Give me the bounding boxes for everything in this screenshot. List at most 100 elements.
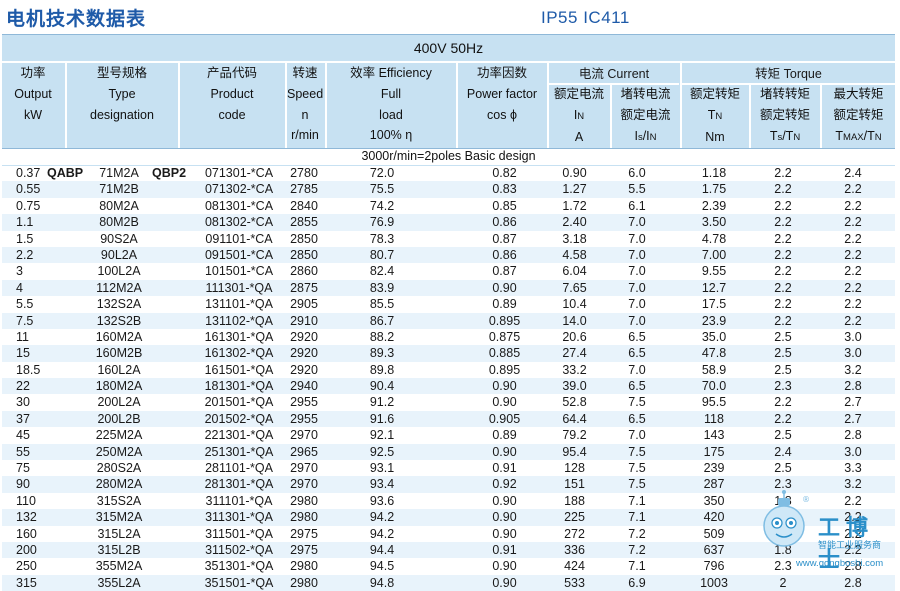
cell-type: 160M2A <box>95 329 143 344</box>
cell-type: 90L2A <box>100 247 138 262</box>
header-code-cn: 产品代码 <box>206 66 257 80</box>
header-type: 型号规格 Type designation <box>67 63 177 148</box>
header-output: 功率 Output kW <box>2 63 64 148</box>
cell-max-torque-ratio: 2.8 <box>844 575 862 590</box>
cell-code: 091501-*CA <box>204 247 274 262</box>
cell-efficiency: 75.5 <box>369 182 395 197</box>
cell-locked-torque-ratio: 2.5 <box>774 346 792 361</box>
cell-locked-torque-ratio: 2.2 <box>774 280 792 295</box>
cell-locked-torque-ratio: 2.2 <box>774 411 792 426</box>
cell-speed: 2975 <box>290 542 318 557</box>
cell-max-torque-ratio: 2.7 <box>844 395 862 410</box>
cell-rated-torque: 1.75 <box>701 182 727 197</box>
header-speed-symbol: n <box>301 108 309 122</box>
cell-output: 132 <box>16 510 37 525</box>
cell-output: 30 <box>16 395 30 410</box>
cell-efficiency: 92.5 <box>369 444 395 459</box>
cell-output: 0.55 <box>16 182 41 197</box>
cell-type: 71M2B <box>99 182 139 197</box>
series-right-label: QBP2 <box>152 166 187 180</box>
header-type-en: Type <box>108 87 136 101</box>
cell-max-torque-ratio: 3.0 <box>844 444 862 459</box>
cell-rated-torque: 239 <box>703 461 725 476</box>
cell-locked-current-ratio: 6.5 <box>628 346 646 361</box>
cell-efficiency: 90.4 <box>369 379 395 394</box>
cell-type: 355M2A <box>95 559 143 574</box>
header-torque-group: 转矩 Torque <box>755 67 822 81</box>
cell-output: 45 <box>16 428 30 443</box>
cell-locked-current-ratio: 7.5 <box>628 395 646 410</box>
cell-rated-current: 272 <box>564 526 585 541</box>
cell-output: 22 <box>16 379 30 394</box>
cell-locked-torque-ratio: 2.4 <box>774 444 792 459</box>
cell-locked-torque-ratio: 2 <box>779 575 787 590</box>
cell-efficiency: 72.0 <box>369 166 395 180</box>
cell-locked-current-ratio: 7.2 <box>628 542 646 557</box>
header-type-cn: 型号规格 <box>96 66 147 80</box>
table-row: 0.55 71M2B 071302-*CA 2785 75.5 0.83 1.27 5.5 1.… <box>2 181 895 198</box>
cell-type: 71M2A <box>99 166 139 180</box>
cell-rated-torque: 70.0 <box>701 379 727 394</box>
table-row: 45 225M2A 221301-*QA 2970 92.1 0.89 79.2 7.0 143… <box>2 427 895 443</box>
title-bar: 电机技术数据表 IP55 IC411 <box>0 0 900 34</box>
cell-speed: 2785 <box>290 182 318 197</box>
table-row: 0.37 71M2A 071301-*CA 2780 72.0 0.82 0.90 6.0 1.… <box>2 165 895 181</box>
header-current-group: 电流 Current <box>578 67 650 81</box>
cell-type: 80M2A <box>99 198 139 213</box>
cell-output: 4 <box>16 280 23 295</box>
cell-power-factor: 0.89 <box>492 428 517 443</box>
cell-speed: 2955 <box>290 395 318 410</box>
cell-type: 280M2A <box>95 477 143 492</box>
cell-power-factor: 0.90 <box>492 280 517 295</box>
header-efficiency: 效率 Efficiency Full load 100% η <box>327 63 455 148</box>
cell-code: 131101-*QA <box>205 297 273 312</box>
cell-rated-current: 1.72 <box>562 198 587 213</box>
table-row: 22 180M2A 181301-*QA 2940 90.4 0.90 39.0 6.5 70.… <box>2 378 895 395</box>
cell-locked-current-ratio: 7.1 <box>628 510 646 525</box>
header-output-cn: 功率 <box>20 66 46 80</box>
cell-locked-torque-ratio: 2.5 <box>774 362 792 377</box>
cell-speed: 2965 <box>290 444 318 459</box>
table-row: 11 160M2A 161301-*QA 2920 88.2 0.875 20.6 6.5 35… <box>2 329 895 345</box>
cell-code: 311501-*QA <box>205 526 273 541</box>
header-tmax-cn: 最大转矩 <box>833 87 884 101</box>
table-row: 55 250M2A 251301-*QA 2965 92.5 0.90 95.4 7.5 175… <box>2 443 895 461</box>
cell-max-torque-ratio: 2.2 <box>844 231 862 246</box>
cell-rated-current: 336 <box>564 542 585 557</box>
cell-max-torque-ratio: 2.4 <box>844 166 862 180</box>
cell-speed: 2850 <box>290 247 318 262</box>
cell-efficiency: 94.4 <box>369 542 395 557</box>
cell-output: 160 <box>16 526 37 541</box>
cell-efficiency: 89.8 <box>369 362 395 377</box>
cell-rated-torque: 637 <box>703 542 725 557</box>
cell-rated-torque: 58.9 <box>701 362 727 377</box>
header-code-en2: code <box>218 108 246 122</box>
cell-locked-current-ratio: 7.0 <box>628 297 646 312</box>
cell-speed: 2860 <box>290 264 318 279</box>
cell-rated-torque: 2.39 <box>701 198 727 213</box>
cell-type: 112M2A <box>96 280 142 295</box>
cell-rated-current: 7.65 <box>562 280 587 295</box>
cell-speed: 2920 <box>290 362 318 377</box>
cell-rated-torque: 350 <box>703 493 725 508</box>
header-rated-current: 额定电流 IN A <box>549 84 609 148</box>
cell-efficiency: 93.1 <box>369 461 395 476</box>
cell-locked-current-ratio: 7.5 <box>628 461 646 476</box>
header-locked-current: 堵转电流 额定电流 Is/IN <box>612 84 679 148</box>
cell-power-factor: 0.90 <box>492 395 517 410</box>
cell-max-torque-ratio: 2.2 <box>844 297 862 312</box>
cell-locked-torque-ratio: 2.2 <box>774 313 792 328</box>
cell-power-factor: 0.905 <box>488 411 521 426</box>
cell-power-factor: 0.83 <box>492 182 517 197</box>
cell-power-factor: 0.895 <box>488 313 521 328</box>
cell-type: 355L2A <box>97 575 141 590</box>
cell-locked-torque-ratio: 2.2 <box>774 182 792 197</box>
header-in-cn: 额定电流 <box>553 87 604 101</box>
cell-power-factor: 0.90 <box>492 379 517 394</box>
cell-output: 3 <box>16 264 23 279</box>
cell-efficiency: 76.9 <box>369 215 395 230</box>
cell-output: 7.5 <box>16 313 34 328</box>
header-efficiency-unit: 100% η <box>369 128 413 142</box>
cell-max-torque-ratio: 2.8 <box>844 428 862 443</box>
cell-efficiency: 91.2 <box>369 395 395 410</box>
